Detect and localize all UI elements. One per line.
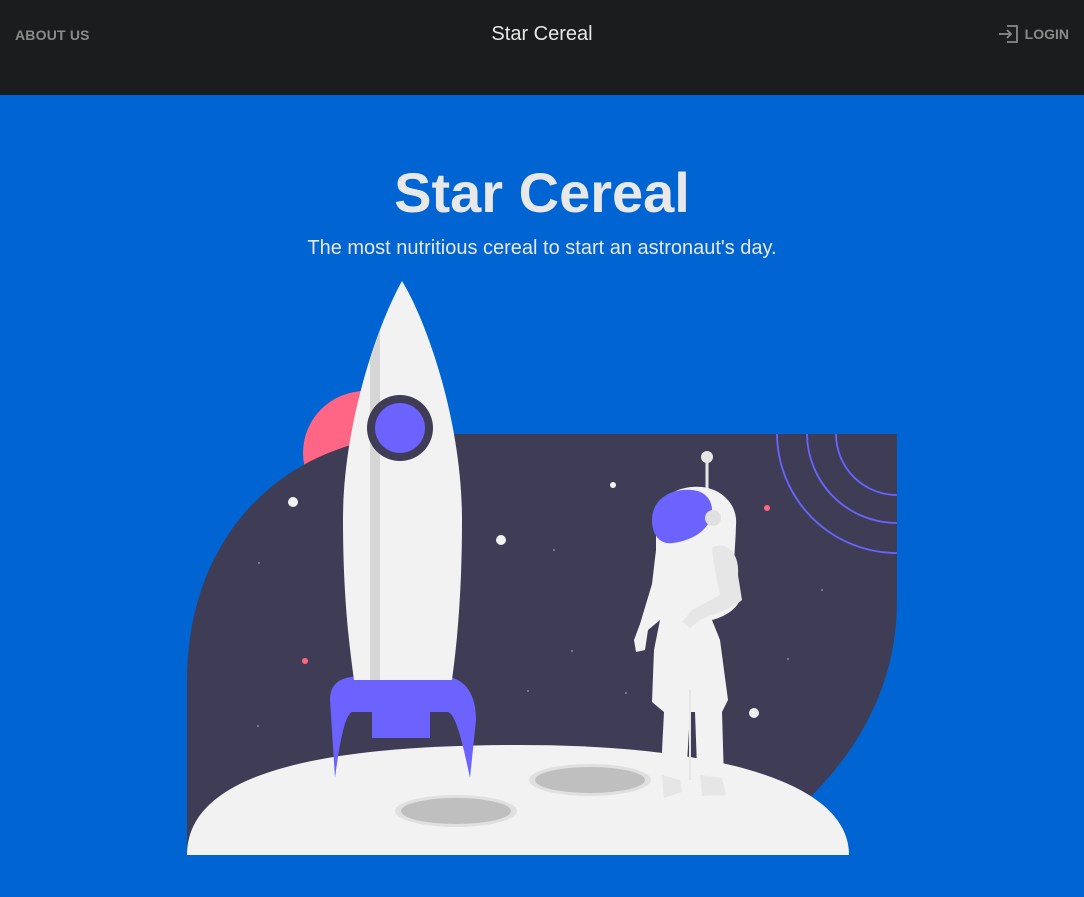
astronaut-rocket-illustration: [187, 281, 898, 855]
rocket: [330, 281, 476, 778]
